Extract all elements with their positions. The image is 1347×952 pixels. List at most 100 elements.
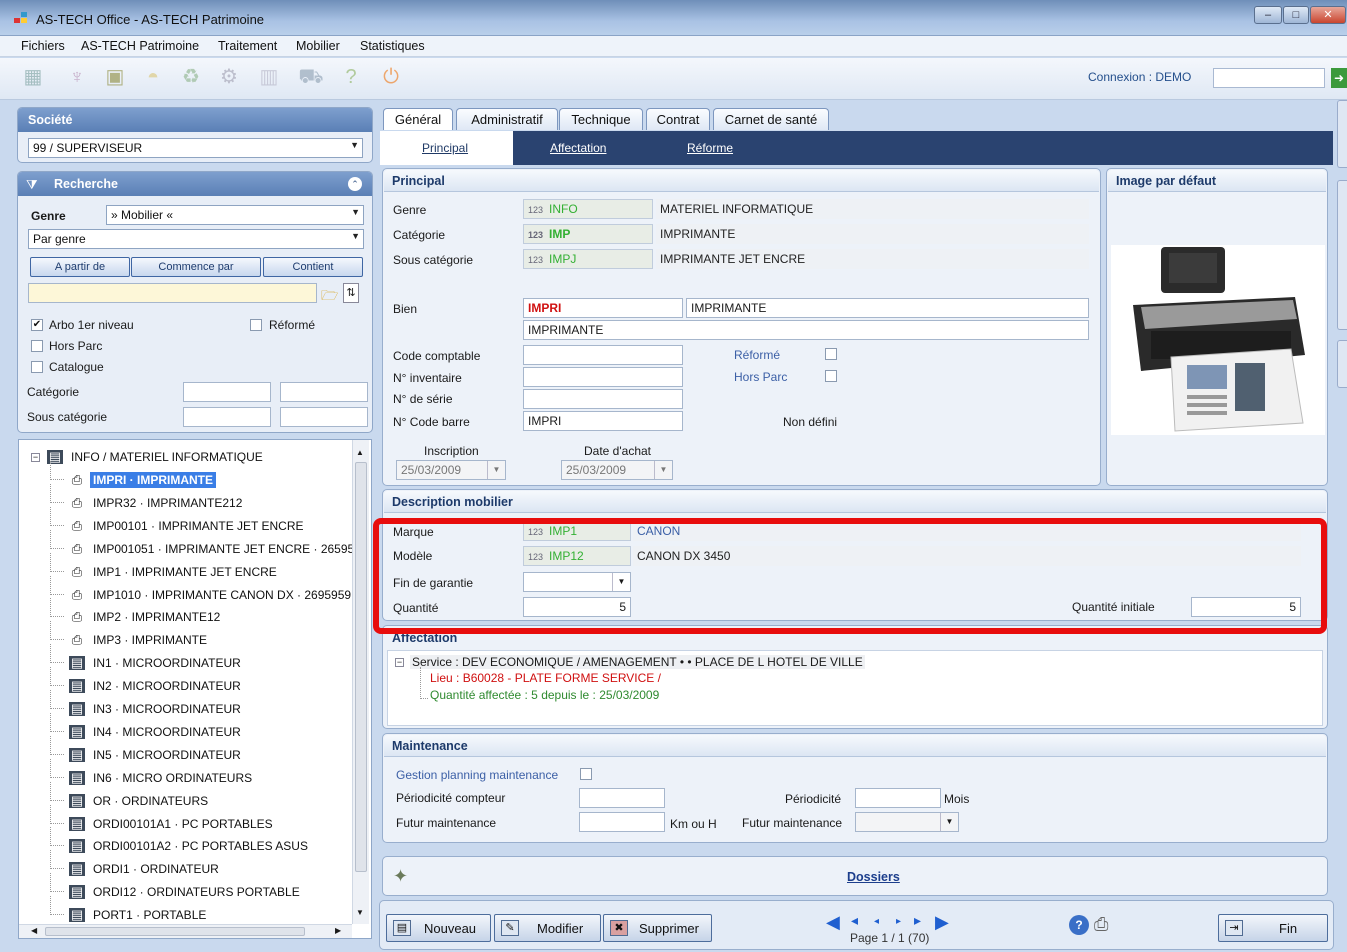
next-icon[interactable]: ▸ <box>896 916 901 927</box>
tree-item-label: IMP2 · IMPRIMANTE12 <box>93 610 221 625</box>
side-tab-3[interactable] <box>1337 340 1347 388</box>
side-tab-2[interactable] <box>1337 180 1347 330</box>
first-page-icon[interactable]: ◀ <box>826 912 840 933</box>
minimize-button[interactable]: – <box>1254 6 1282 24</box>
tab-carnet-sante[interactable]: Carnet de santé <box>713 108 829 130</box>
hscroll-thumb[interactable] <box>45 927 305 936</box>
collapse-icon[interactable]: ⌃ <box>348 177 362 191</box>
par-genre-select[interactable]: Par genre ▼ <box>28 229 364 249</box>
categorie-input-2[interactable] <box>280 382 368 402</box>
gears-icon[interactable]: ⚙ <box>214 62 244 92</box>
futur-maintenance-input[interactable] <box>579 812 665 832</box>
inscription-date[interactable]: 25/03/2009 ▼ <box>396 460 506 480</box>
chevron-down-icon: ▼ <box>654 461 672 479</box>
menu-statistiques[interactable]: Statistiques <box>360 39 425 53</box>
commence-par-button[interactable]: Commence par <box>131 257 261 277</box>
print-icon[interactable]: ⎙ <box>1094 914 1108 935</box>
scroll-thumb[interactable] <box>355 462 367 872</box>
reforme-checkbox[interactable] <box>250 319 262 331</box>
nouveau-button[interactable]: ▤ Nouveau <box>386 914 491 942</box>
catalogue-checkbox[interactable] <box>31 361 43 373</box>
periodicite-input[interactable] <box>855 788 941 808</box>
prev-page-icon[interactable]: ◂ <box>851 912 858 929</box>
affectation-tree[interactable]: − Service : DEV ECONOMIQUE / AMENAGEMENT… <box>387 650 1323 726</box>
chest-icon[interactable]: ▣ <box>100 62 130 92</box>
modifier-button[interactable]: ✎ Modifier <box>494 914 601 942</box>
next-page-icon[interactable]: ▸ <box>914 912 921 929</box>
scroll-left-icon[interactable]: ◀ <box>31 926 37 935</box>
service-node[interactable]: Service : DEV ECONOMIQUE / AMENAGEMENT •… <box>410 655 865 669</box>
quantite-node[interactable]: Quantité affectée : 5 depuis le : 25/03/… <box>430 688 659 702</box>
code-comptable-input[interactable] <box>523 345 683 365</box>
inventaire-input[interactable] <box>523 367 683 387</box>
side-tab-1[interactable] <box>1337 100 1347 168</box>
bien-name-input[interactable]: IMPRIMANTE <box>686 298 1089 318</box>
date-achat-date[interactable]: 25/03/2009 ▼ <box>561 460 673 480</box>
refresh-icon[interactable]: ⇅ <box>343 283 359 303</box>
subtab-reforme[interactable]: Réforme <box>687 141 733 155</box>
menu-patrimoine[interactable]: AS-TECH Patrimoine <box>81 39 199 53</box>
bien-code-input[interactable]: IMPRI <box>523 298 683 318</box>
a-partir-de-button[interactable]: A partir de <box>30 257 130 277</box>
societe-select[interactable]: 99 / SUPERVISEUR ▼ <box>28 138 363 158</box>
help-icon[interactable]: ? <box>336 62 366 92</box>
supprimer-button[interactable]: ✖ Supprimer <box>603 914 712 942</box>
fin-button[interactable]: ⇥ Fin <box>1218 914 1328 942</box>
scroll-down-icon[interactable]: ▼ <box>356 908 364 917</box>
gestion-planning-checkbox[interactable] <box>580 768 592 780</box>
dossiers-link[interactable]: Dossiers <box>847 870 900 884</box>
sous-categorie-input-2[interactable] <box>280 407 368 427</box>
tab-general[interactable]: Général <box>383 108 453 130</box>
hors-parc-checkbox[interactable] <box>31 340 43 352</box>
go-arrow-icon[interactable]: ➜ <box>1331 68 1347 88</box>
subtab-affectation[interactable]: Affectation <box>550 141 606 155</box>
app-logo-icon <box>14 12 28 24</box>
prev-icon[interactable]: ◂ <box>874 916 879 927</box>
pin-icon[interactable]: ♆ <box>62 62 92 92</box>
lieu-node[interactable]: Lieu : B60028 - PLATE FORME SERVICE / <box>430 671 661 685</box>
tree-horizontal-scrollbar[interactable]: ◀ ▶ <box>19 924 352 938</box>
categorie-input-1[interactable] <box>183 382 271 402</box>
scroll-up-icon[interactable]: ▲ <box>356 448 364 457</box>
last-page-icon[interactable]: ▶ <box>935 912 949 933</box>
hors-parc-checkbox[interactable] <box>825 370 837 382</box>
menu-traitement[interactable]: Traitement <box>218 39 277 53</box>
help-icon[interactable]: ? <box>1069 915 1089 935</box>
periodicite-compteur-input[interactable] <box>579 788 665 808</box>
building-icon[interactable]: ▦ <box>18 62 48 92</box>
expand-icon[interactable]: − <box>395 658 404 667</box>
categorie-code-field[interactable]: 123 IMP <box>523 224 653 244</box>
menu-fichiers[interactable]: Fichiers <box>21 39 65 53</box>
expand-icon[interactable]: − <box>31 453 40 462</box>
bien-description-input[interactable]: IMPRIMANTE <box>523 320 1089 340</box>
truck-icon[interactable]: ⛟ <box>296 62 326 92</box>
folder-icon[interactable]: 🗁 <box>321 285 338 309</box>
hardhat-icon[interactable]: ◓ <box>138 62 168 92</box>
scroll-right-icon[interactable]: ▶ <box>335 926 341 935</box>
power-icon[interactable]: ⏻ <box>376 62 406 92</box>
futur-maintenance-date[interactable]: ▼ <box>855 812 959 832</box>
code-barre-input[interactable]: IMPRI <box>523 411 683 431</box>
contient-button[interactable]: Contient <box>263 257 363 277</box>
genre-code-field[interactable]: 123 INFO <box>523 199 653 219</box>
reforme-checkbox[interactable] <box>825 348 837 360</box>
tab-technique[interactable]: Technique <box>559 108 643 130</box>
recycle-icon[interactable]: ♻ <box>176 62 206 92</box>
tree-connector <box>50 827 64 847</box>
connexion-input[interactable] <box>1213 68 1325 88</box>
search-input[interactable] <box>28 283 317 303</box>
tab-administratif[interactable]: Administratif <box>456 108 558 130</box>
sous-categorie-input-1[interactable] <box>183 407 271 427</box>
close-button[interactable]: ✕ <box>1310 6 1346 24</box>
tree-vertical-scrollbar[interactable]: ▲ ▼ <box>352 440 369 924</box>
books-icon[interactable]: ▥ <box>254 62 284 92</box>
subtab-principal[interactable]: Principal <box>422 141 468 155</box>
tree-view[interactable]: − ▤ INFO / MATERIEL INFORMATIQUE ⎙ IMPRI … <box>18 439 372 939</box>
maximize-button[interactable]: □ <box>1283 6 1309 24</box>
genre-select[interactable]: » Mobilier « ▼ <box>106 205 364 225</box>
serie-input[interactable] <box>523 389 683 409</box>
menu-mobilier[interactable]: Mobilier <box>296 39 340 53</box>
arbo-checkbox[interactable]: ✔ <box>31 319 43 331</box>
tab-contrat[interactable]: Contrat <box>646 108 710 130</box>
sous-categorie-code-field[interactable]: 123 IMPJ <box>523 249 653 269</box>
